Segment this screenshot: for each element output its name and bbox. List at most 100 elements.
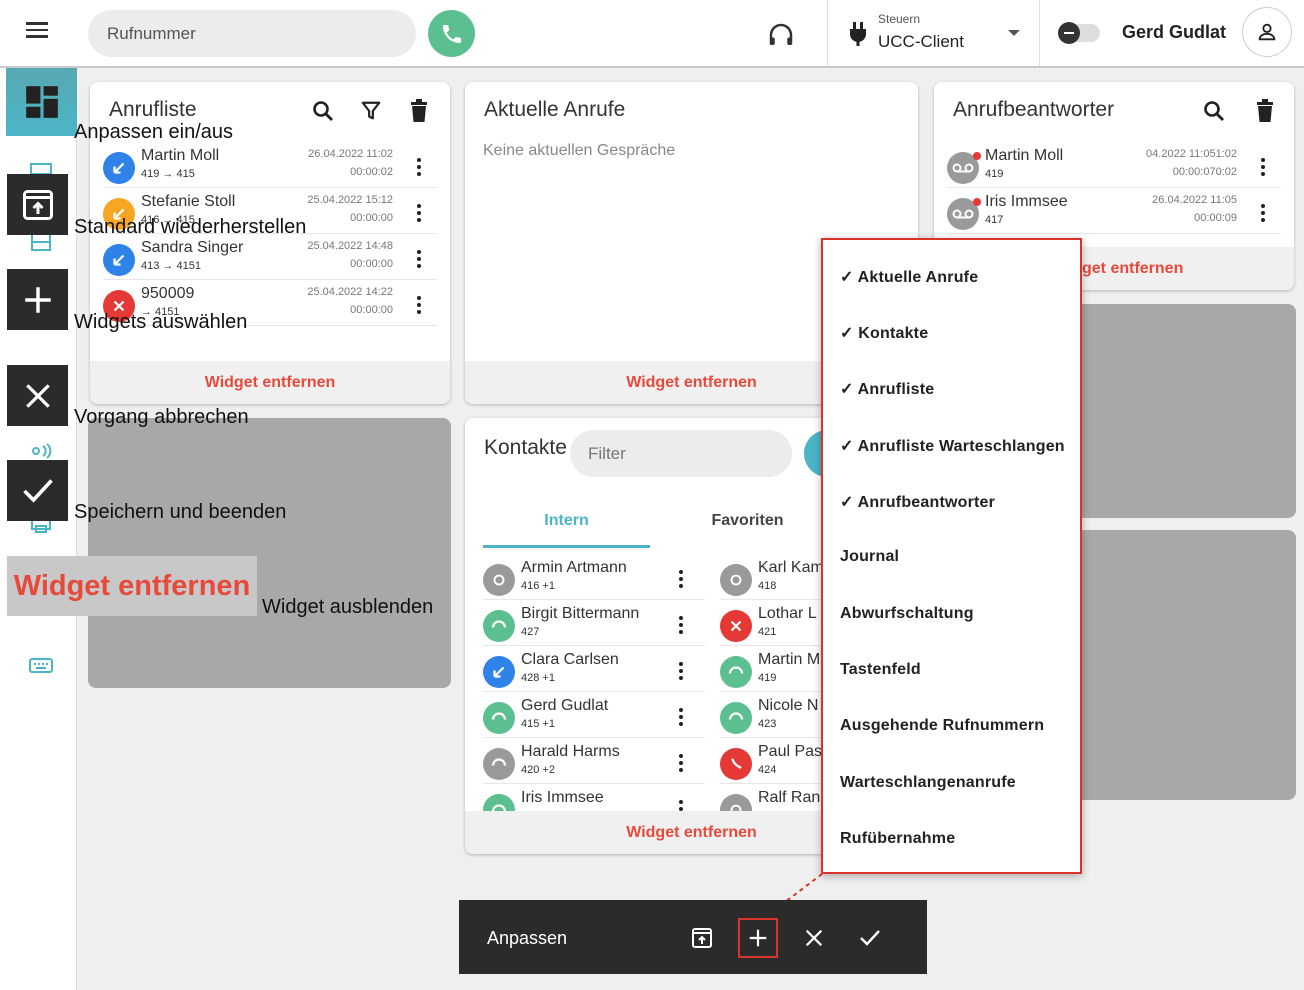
list-item[interactable]: Karl Kam 418: [720, 556, 824, 600]
menu-item[interactable]: ✓ Aktuelle Anrufe: [840, 267, 978, 287]
avatar[interactable]: [1242, 7, 1292, 57]
list-item[interactable]: Clara Carlsen 428 +1: [483, 648, 705, 692]
presence-toggle[interactable]: [1058, 22, 1100, 44]
list-item[interactable]: Birgit Bittermann 427: [483, 602, 705, 646]
incoming-call-icon: [103, 152, 135, 184]
busy-phone-icon: [720, 610, 752, 642]
more-vert-icon[interactable]: [417, 158, 421, 178]
restore-default-button[interactable]: [7, 174, 68, 235]
list-item[interactable]: Iris Immsee: [483, 786, 705, 811]
unread-badge: [973, 198, 981, 206]
phone-off-icon: [720, 564, 752, 596]
widget-title: Anrufbeantworter: [953, 98, 1115, 121]
list-item[interactable]: Nicole N 423: [720, 694, 820, 738]
contacts-icon[interactable]: [28, 232, 54, 252]
annotation-label: Standard wiederherstellen: [74, 216, 307, 238]
widget-title: Aktuelle Anrufe: [484, 98, 626, 121]
remove-widget-button[interactable]: Widget entfernen: [90, 361, 450, 404]
save-finish-button[interactable]: [850, 918, 890, 958]
menu-item[interactable]: Ausgehende Rufnummern: [840, 717, 1044, 735]
list-item[interactable]: Sandra Singer 413 → 4151 25.04.2022 14:4…: [103, 236, 437, 280]
list-item[interactable]: Martin Moll 419 → 415 26.04.2022 11:02 0…: [103, 144, 437, 188]
trash-icon[interactable]: [408, 99, 430, 123]
top-bar: Steuern UCC-Client Gerd Gudlat: [0, 0, 1304, 68]
tab-favoriten[interactable]: Favoriten: [665, 512, 830, 530]
keyboard-icon[interactable]: [28, 656, 54, 674]
list-item[interactable]: Ralf Ran: [720, 786, 820, 811]
list-item[interactable]: Harald Harms 420 +2: [483, 740, 705, 784]
more-vert-icon[interactable]: [1261, 158, 1265, 178]
menu-item[interactable]: Warteschlangenanrufe: [840, 774, 1016, 792]
menu-item[interactable]: Abwurfschaltung: [840, 605, 974, 623]
available-phone-icon: [483, 610, 515, 642]
incoming-call-icon: [483, 656, 515, 688]
list-item[interactable]: Martin Moll 419 04.2022 11:051:02 00:00:…: [947, 144, 1281, 188]
select-widgets-button[interactable]: [738, 918, 778, 958]
headset-icon[interactable]: [766, 20, 796, 50]
menu-item[interactable]: Tastenfeld: [840, 661, 921, 679]
menu-item[interactable]: Rufübernahme: [840, 830, 955, 848]
check-icon: [22, 478, 53, 503]
busy-phone-icon: [720, 748, 752, 780]
menu-item[interactable]: ✓ Anrufliste: [840, 379, 934, 399]
dashboard-icon: [25, 86, 58, 118]
divider: [1039, 0, 1040, 66]
control-device-select[interactable]: UCC-Client: [878, 32, 964, 52]
menu-item[interactable]: ✓ Kontakte: [840, 323, 928, 343]
save-finish-button[interactable]: [7, 460, 68, 521]
cancel-button[interactable]: [794, 918, 834, 958]
chevron-down-icon[interactable]: [1008, 30, 1020, 36]
more-vert-icon[interactable]: [1261, 204, 1265, 224]
plus-icon: [749, 929, 767, 947]
annotation-label: Vorgang abbrechen: [74, 406, 249, 428]
annotation-label: Anpassen ein/aus: [74, 121, 234, 143]
voicemail-signal-icon[interactable]: [28, 442, 54, 460]
more-vert-icon[interactable]: [679, 662, 683, 682]
phone-off-icon: [483, 564, 515, 596]
more-vert-icon[interactable]: [417, 204, 421, 224]
menu-item[interactable]: ✓ Anrufbeantworter: [840, 492, 995, 512]
more-vert-icon[interactable]: [679, 800, 683, 811]
more-vert-icon[interactable]: [417, 250, 421, 270]
available-phone-icon: [720, 656, 752, 688]
more-vert-icon[interactable]: [417, 296, 421, 316]
list-item[interactable]: Paul Pas 424: [720, 740, 822, 784]
customize-toolbar: Anpassen: [459, 900, 927, 974]
tab-indicator: [483, 545, 650, 548]
more-vert-icon[interactable]: [679, 570, 683, 590]
trash-icon[interactable]: [1254, 99, 1276, 123]
list-item[interactable]: Armin Artmann 416 +1: [483, 556, 705, 600]
filter-icon[interactable]: [360, 100, 382, 122]
filter-input[interactable]: [570, 430, 792, 477]
list-item[interactable]: Lothar L 421: [720, 602, 820, 646]
sidebar-item-dashboard[interactable]: [6, 68, 77, 136]
menu-item[interactable]: ✓ Anrufliste Warteschlangen: [840, 436, 1065, 456]
plus-icon: [24, 286, 51, 313]
annotation-label: Speichern und beenden: [74, 501, 287, 523]
empty-widget-slot: [88, 418, 451, 688]
search-icon[interactable]: [1202, 99, 1226, 123]
menu-item[interactable]: Journal: [840, 548, 899, 566]
list-item[interactable]: Martin M 419: [720, 648, 820, 692]
incoming-call-icon: [103, 244, 135, 276]
phone-number-input[interactable]: [88, 10, 416, 57]
remove-widget-example: Widget entfernen: [7, 556, 257, 616]
hamburger-menu-icon[interactable]: [26, 18, 56, 48]
cancel-button[interactable]: [7, 365, 68, 426]
call-button[interactable]: [428, 10, 475, 57]
tab-intern[interactable]: Intern: [483, 512, 650, 530]
more-vert-icon[interactable]: [679, 754, 683, 774]
user-icon: [1258, 23, 1276, 41]
list-item[interactable]: Gerd Gudlat 415 +1: [483, 694, 705, 738]
customize-label: Anpassen: [487, 928, 568, 948]
restore-default-button[interactable]: [682, 918, 722, 958]
annotation-label: Widget ausblenden: [262, 596, 434, 618]
list-item[interactable]: Iris Immsee 417 26.04.2022 11:05 00:00:0…: [947, 190, 1281, 234]
search-icon[interactable]: [311, 99, 335, 123]
more-vert-icon[interactable]: [679, 616, 683, 636]
close-icon: [805, 929, 823, 947]
select-widgets-button[interactable]: [7, 269, 68, 330]
widget-select-menu: ✓ Aktuelle Anrufe ✓ Kontakte ✓ Anruflist…: [821, 238, 1082, 874]
restore-icon: [692, 928, 712, 948]
more-vert-icon[interactable]: [679, 708, 683, 728]
